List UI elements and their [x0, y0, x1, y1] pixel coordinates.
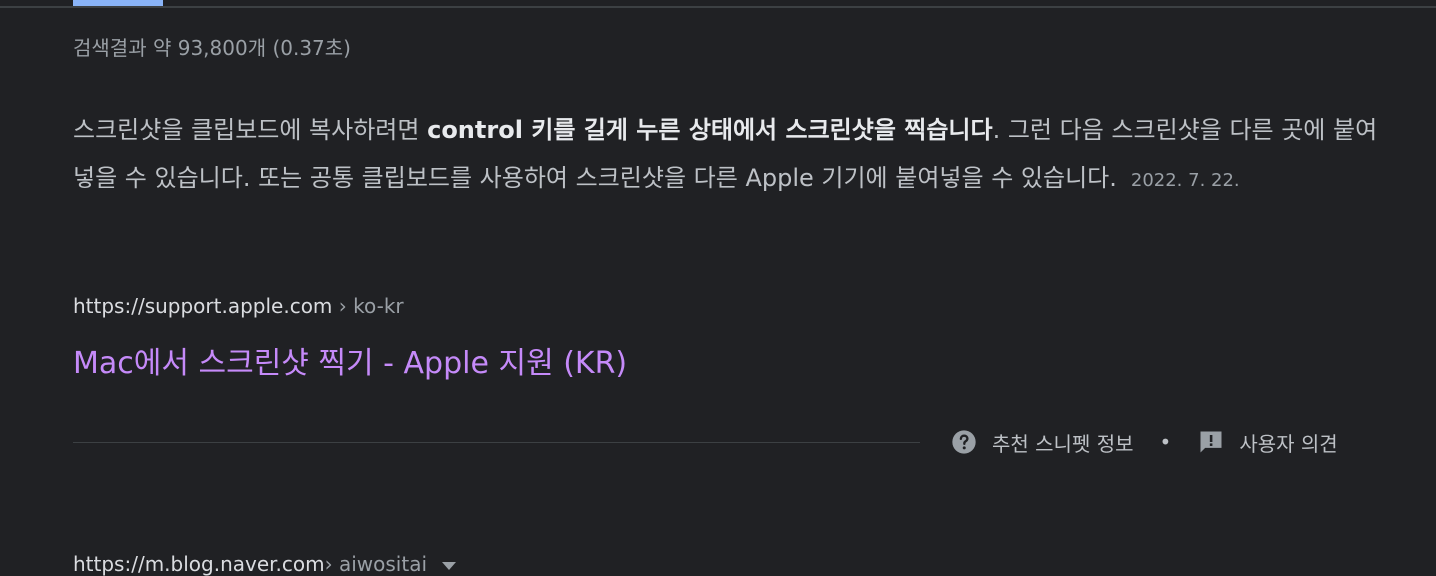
active-tab-indicator	[73, 0, 163, 6]
result-stats: 검색결과 약 93,800개 (0.37초)	[73, 36, 351, 60]
help-circle-icon	[950, 428, 978, 456]
next-result-url-breadcrumb[interactable]: › aiwositai	[325, 552, 427, 576]
snippet-divider	[73, 442, 920, 443]
footer-separator: •	[1159, 430, 1172, 454]
feedback-button[interactable]: 사용자 의견	[1197, 428, 1338, 457]
snippet-footer: 추천 스니펫 정보 • 사용자 의견	[950, 426, 1338, 458]
tab-bar-divider	[0, 6, 1436, 8]
caret-down-icon[interactable]	[441, 552, 457, 576]
snippet-highlight: control 키를 길게 누른 상태에서 스크린샷을 찍습니다	[427, 116, 993, 144]
result-url[interactable]: https://support.apple.com › ko-kr	[73, 294, 404, 318]
next-result-url-domain[interactable]: https://m.blog.naver.com	[73, 552, 325, 576]
result-title-link[interactable]: Mac에서 스크린샷 찍기 - Apple 지원 (KR)	[73, 338, 627, 382]
next-result-url[interactable]: https://m.blog.naver.com › aiwositai	[73, 552, 457, 576]
snippet-date: 2022. 7. 22.	[1130, 170, 1240, 191]
snippet-text-start: 스크린샷을 클립보드에 복사하려면	[73, 116, 428, 144]
featured-snippet-text: 스크린샷을 클립보드에 복사하려면 control 키를 길게 누른 상태에서 …	[73, 106, 1385, 205]
feedback-icon	[1197, 428, 1225, 456]
result-url-domain[interactable]: https://support.apple.com	[73, 294, 332, 318]
about-featured-snippets-label[interactable]: 추천 스니펫 정보	[992, 428, 1134, 457]
about-featured-snippets-button[interactable]: 추천 스니펫 정보	[950, 428, 1134, 457]
result-url-breadcrumb[interactable]: › ko-kr	[332, 294, 404, 318]
feedback-label[interactable]: 사용자 의견	[1239, 428, 1337, 457]
